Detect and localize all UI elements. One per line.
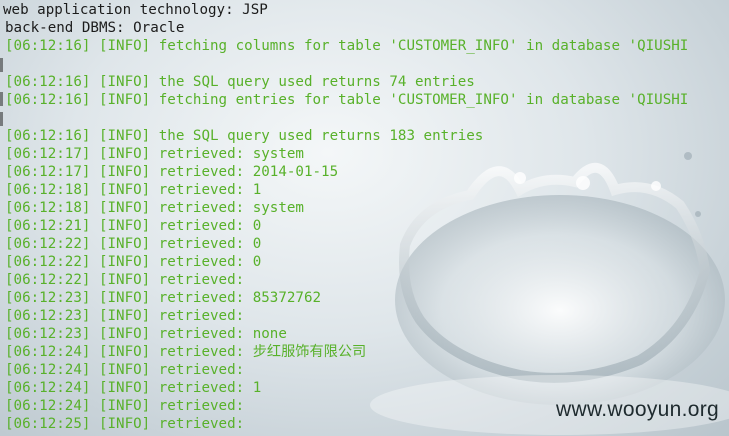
terminal-log-line: [06:12:23] [INFO] retrieved: [5, 308, 245, 324]
terminal-log-line: [06:12:16] [INFO] fetching columns for t… [5, 38, 689, 54]
terminal-log-line: [06:12:24] [INFO] retrieved: 1 [5, 380, 262, 396]
terminal-log-line: [06:12:16] [INFO] the SQL query used ret… [5, 128, 484, 144]
watermark-text: www.wooyun.org [556, 398, 719, 421]
terminal-log-line: [06:12:18] [INFO] retrieved: 1 [5, 182, 262, 198]
terminal-log-line: [06:12:16] [INFO] fetching entries for t… [5, 92, 689, 108]
terminal-log-line: [06:12:22] [INFO] retrieved: 0 [5, 254, 262, 270]
terminal-log-line: [06:12:22] [INFO] retrieved: 0 [5, 236, 262, 252]
terminal-edge-artifact [0, 112, 3, 126]
terminal-log-line: [06:12:24] [INFO] retrieved: [5, 362, 245, 378]
terminal-log-line: [06:12:24] [INFO] retrieved: [5, 398, 245, 414]
terminal-edge-artifact [0, 58, 3, 72]
terminal-log-line: [06:12:17] [INFO] retrieved: system [5, 146, 304, 162]
terminal-log-line: [06:12:22] [INFO] retrieved: [5, 272, 245, 288]
terminal-log-line: [06:12:25] [INFO] retrieved: [5, 416, 245, 432]
terminal-output: web application technology: JSP back-end… [0, 0, 729, 436]
terminal-log-line: [06:12:21] [INFO] retrieved: 0 [5, 218, 262, 234]
terminal-line: back-end DBMS: Oracle [5, 20, 185, 36]
terminal-log-line: [06:12:23] [INFO] retrieved: none [5, 326, 287, 342]
terminal-log-line: [06:12:17] [INFO] retrieved: 2014-01-15 [5, 164, 339, 180]
terminal-log-line: [06:12:23] [INFO] retrieved: 85372762 [5, 290, 322, 306]
terminal-log-line: [06:12:24] [INFO] retrieved: 步红服饰有限公司 [5, 344, 367, 360]
terminal-log-line: [06:12:18] [INFO] retrieved: system [5, 200, 304, 216]
terminal-edge-artifact [0, 92, 3, 106]
terminal-line: web application technology: JSP [3, 2, 268, 18]
terminal-log-line: [06:12:16] [INFO] the SQL query used ret… [5, 74, 475, 90]
